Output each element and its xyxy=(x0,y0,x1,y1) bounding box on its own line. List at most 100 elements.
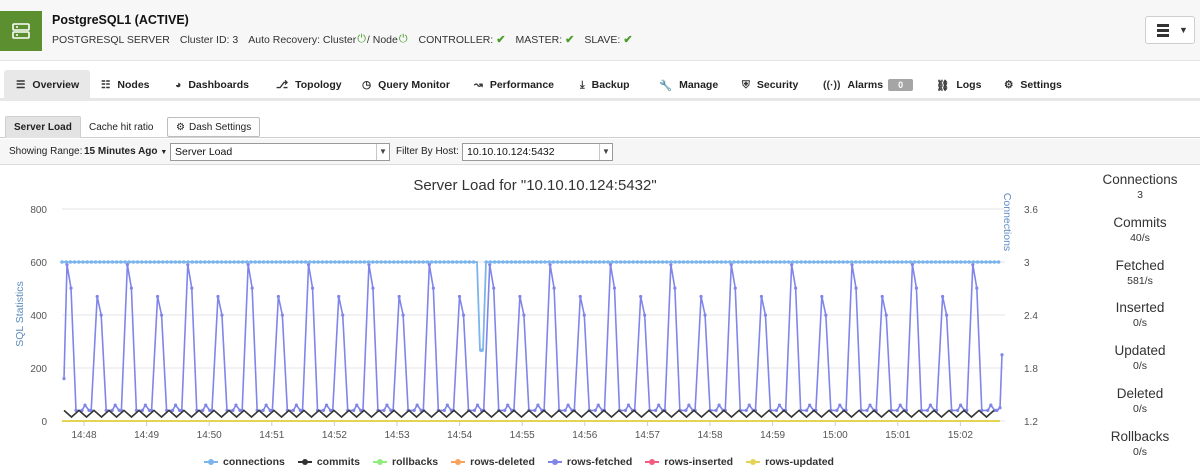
data-point-rows-fetched xyxy=(824,313,828,317)
tab-label: Performance xyxy=(489,79,555,91)
tab-logs[interactable]: ⛓ Logs xyxy=(936,70,981,100)
data-point-connections xyxy=(975,260,980,264)
data-point-rows-fetched xyxy=(578,294,582,299)
data-point-rows-fetched xyxy=(623,408,628,412)
subtab-server-load[interactable]: Server Load xyxy=(5,116,81,138)
data-point-rows-fetched xyxy=(654,408,658,412)
data-point-rows-fetched xyxy=(956,408,960,412)
data-point-rows-fetched xyxy=(805,408,809,412)
data-point-rows-fetched xyxy=(280,313,284,317)
data-point-rows-fetched xyxy=(159,313,164,317)
tab-dashboards[interactable]: ◕ Dashboards xyxy=(175,70,249,100)
legend-item-commits[interactable]: commits xyxy=(297,456,360,468)
host-select[interactable]: 10.10.10.124:5432 ▼ xyxy=(462,143,613,161)
data-point-connections xyxy=(639,260,644,264)
data-point-rows-fetched xyxy=(204,403,208,407)
tab-overview[interactable]: ☰ Overview xyxy=(4,70,91,100)
data-point-connections xyxy=(182,260,186,264)
data-point-connections xyxy=(417,260,421,264)
tab-query-monitor[interactable]: ◷ Query Monitor xyxy=(362,70,450,100)
data-point-connections xyxy=(173,260,178,264)
range-dropdown[interactable]: 15 Minutes Ago ▼ xyxy=(84,146,167,157)
data-point-rows-fetched xyxy=(341,313,345,317)
filter-host-label: Filter By Host: xyxy=(396,146,459,157)
x-tick-label: 14:53 xyxy=(384,430,409,441)
data-point-connections xyxy=(576,260,581,264)
data-point-connections xyxy=(358,260,363,264)
dash-settings-button[interactable]: ⚙ Dash Settings xyxy=(167,117,261,137)
data-point-connections xyxy=(534,260,539,264)
tab-topology[interactable]: ⎇ Topology xyxy=(276,70,342,100)
data-point-rows-fetched xyxy=(820,294,824,299)
tab-security[interactable]: ⛨ Security xyxy=(742,70,798,100)
data-point-connections xyxy=(236,260,241,264)
x-tick-label: 15:02 xyxy=(948,430,973,441)
slave-status: SLAVE: ✔ xyxy=(584,33,632,47)
data-point-connections xyxy=(946,260,950,264)
data-point-connections xyxy=(803,260,808,264)
data-point-rows-fetched xyxy=(261,408,265,412)
data-point-rows-fetched xyxy=(472,408,477,412)
data-point-connections xyxy=(652,260,656,264)
metric-select[interactable]: Server Load ▼ xyxy=(170,143,390,161)
gear-icon: ⚙ xyxy=(1004,79,1014,91)
subtab-cache-hit-ratio[interactable]: Cache hit ratio xyxy=(81,116,161,138)
data-point-rows-fetched xyxy=(854,286,858,290)
data-point-connections xyxy=(522,260,526,264)
legend-label: rollbacks xyxy=(392,456,439,468)
data-point-rows-fetched xyxy=(99,313,103,317)
y-axis-label-right: Connections xyxy=(1001,192,1013,252)
data-point-rows-fetched xyxy=(945,313,949,317)
legend-marker xyxy=(547,459,562,465)
tab-nodes[interactable]: ☷ Nodes xyxy=(101,70,150,100)
legend-item-connections[interactable]: connections xyxy=(204,456,285,468)
legend-item-rows-deleted[interactable]: rows-deleted xyxy=(451,456,535,468)
tab-performance[interactable]: ↝ Performance xyxy=(474,70,554,100)
legend-label: rows-deleted xyxy=(470,456,535,468)
stat-fetched: Fetched 581/s xyxy=(1080,258,1200,301)
legend-item-rollbacks[interactable]: rollbacks xyxy=(373,456,438,468)
data-point-rows-fetched xyxy=(536,403,540,407)
data-point-rows-fetched xyxy=(310,286,315,290)
check-icon: ✔ xyxy=(496,34,506,46)
data-point-connections xyxy=(77,260,81,264)
legend-item-rows-inserted[interactable]: rows-inserted xyxy=(645,456,733,468)
tab-manage[interactable]: 🔧 Manage xyxy=(659,70,718,100)
data-point-rows-fetched xyxy=(234,403,238,407)
data-point-connections xyxy=(471,260,476,264)
legend-marker xyxy=(451,459,466,465)
data-point-connections xyxy=(715,260,719,264)
data-point-connections xyxy=(484,260,489,264)
data-point-connections xyxy=(883,260,887,264)
data-point-connections xyxy=(278,260,283,264)
data-point-connections xyxy=(547,260,551,264)
dash-settings-label: Dash Settings xyxy=(188,121,252,133)
data-point-connections xyxy=(64,260,68,264)
data-point-connections xyxy=(560,260,564,264)
tab-settings[interactable]: ⚙ Settings xyxy=(1004,70,1062,100)
tab-backup[interactable]: ⤓ Backup xyxy=(580,70,630,100)
data-point-connections xyxy=(479,348,484,353)
data-point-rows-fetched xyxy=(276,294,280,299)
data-point-connections xyxy=(85,260,89,264)
legend-item-rows-updated[interactable]: rows-updated xyxy=(746,456,834,468)
stat-value: 581/s xyxy=(1127,274,1153,287)
data-point-connections xyxy=(984,260,988,264)
data-point-rows-fetched xyxy=(925,408,930,412)
y-tick-left: 0 xyxy=(41,417,47,428)
tab-label: Alarms xyxy=(847,79,884,91)
data-point-connections xyxy=(316,260,321,264)
x-tick-label: 14:59 xyxy=(760,430,785,441)
data-point-connections xyxy=(555,260,560,264)
data-point-connections xyxy=(350,260,354,264)
data-point-connections xyxy=(492,260,497,264)
data-point-connections xyxy=(770,260,774,264)
x-tick-label: 15:01 xyxy=(885,430,910,441)
data-point-connections xyxy=(337,260,342,264)
tab-alarms[interactable]: ((·)) Alarms 0 xyxy=(823,70,914,100)
check-icon: ✔ xyxy=(565,34,575,46)
legend-item-rows-fetched[interactable]: rows-fetched xyxy=(547,456,632,468)
cluster-actions-button[interactable]: ▼ xyxy=(1145,16,1195,44)
data-point-connections xyxy=(177,260,182,264)
data-point-rows-fetched xyxy=(582,313,586,317)
